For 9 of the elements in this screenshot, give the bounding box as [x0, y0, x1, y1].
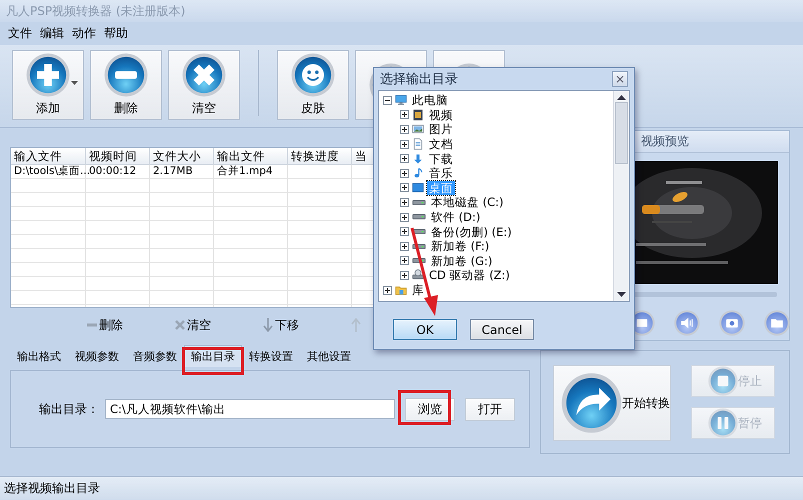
- table-cell: 00:00:12: [89, 165, 136, 177]
- status-text: 选择视频输出目录: [4, 480, 100, 497]
- table-cell: D:\tools\桌面...: [14, 165, 90, 177]
- dialog-title: 选择输出目录: [380, 71, 458, 88]
- field-label: 输出目录：: [39, 400, 99, 418]
- window-title: 凡人PSP视频转换器 (未注册版本): [6, 2, 186, 20]
- panel-title: 视频预览: [641, 133, 689, 150]
- table-cell: 2.17MB: [153, 165, 193, 177]
- table-cell: 合并1.mp4: [217, 165, 273, 177]
